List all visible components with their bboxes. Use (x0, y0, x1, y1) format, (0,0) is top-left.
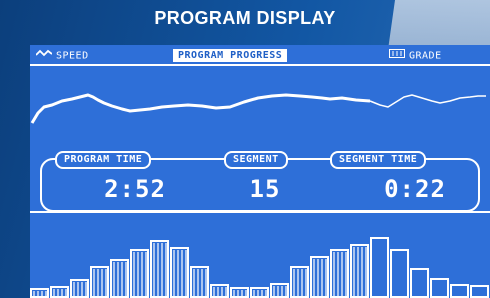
grade-bar (450, 284, 469, 298)
grade-bar (410, 268, 429, 298)
grade-bar (370, 237, 389, 298)
grade-profile-chart (30, 237, 489, 298)
page-title: PROGRAM DISPLAY (154, 8, 336, 28)
grade-bar (470, 285, 489, 298)
grade-profile-bars (30, 237, 489, 298)
grade-bar (430, 278, 449, 298)
grade-bar (390, 249, 409, 298)
grade-bar-hatching (33, 243, 367, 296)
program-display-screen: SPEED PROGRAM PROGRESS GRADE PROGRAM TIM… (30, 45, 490, 298)
